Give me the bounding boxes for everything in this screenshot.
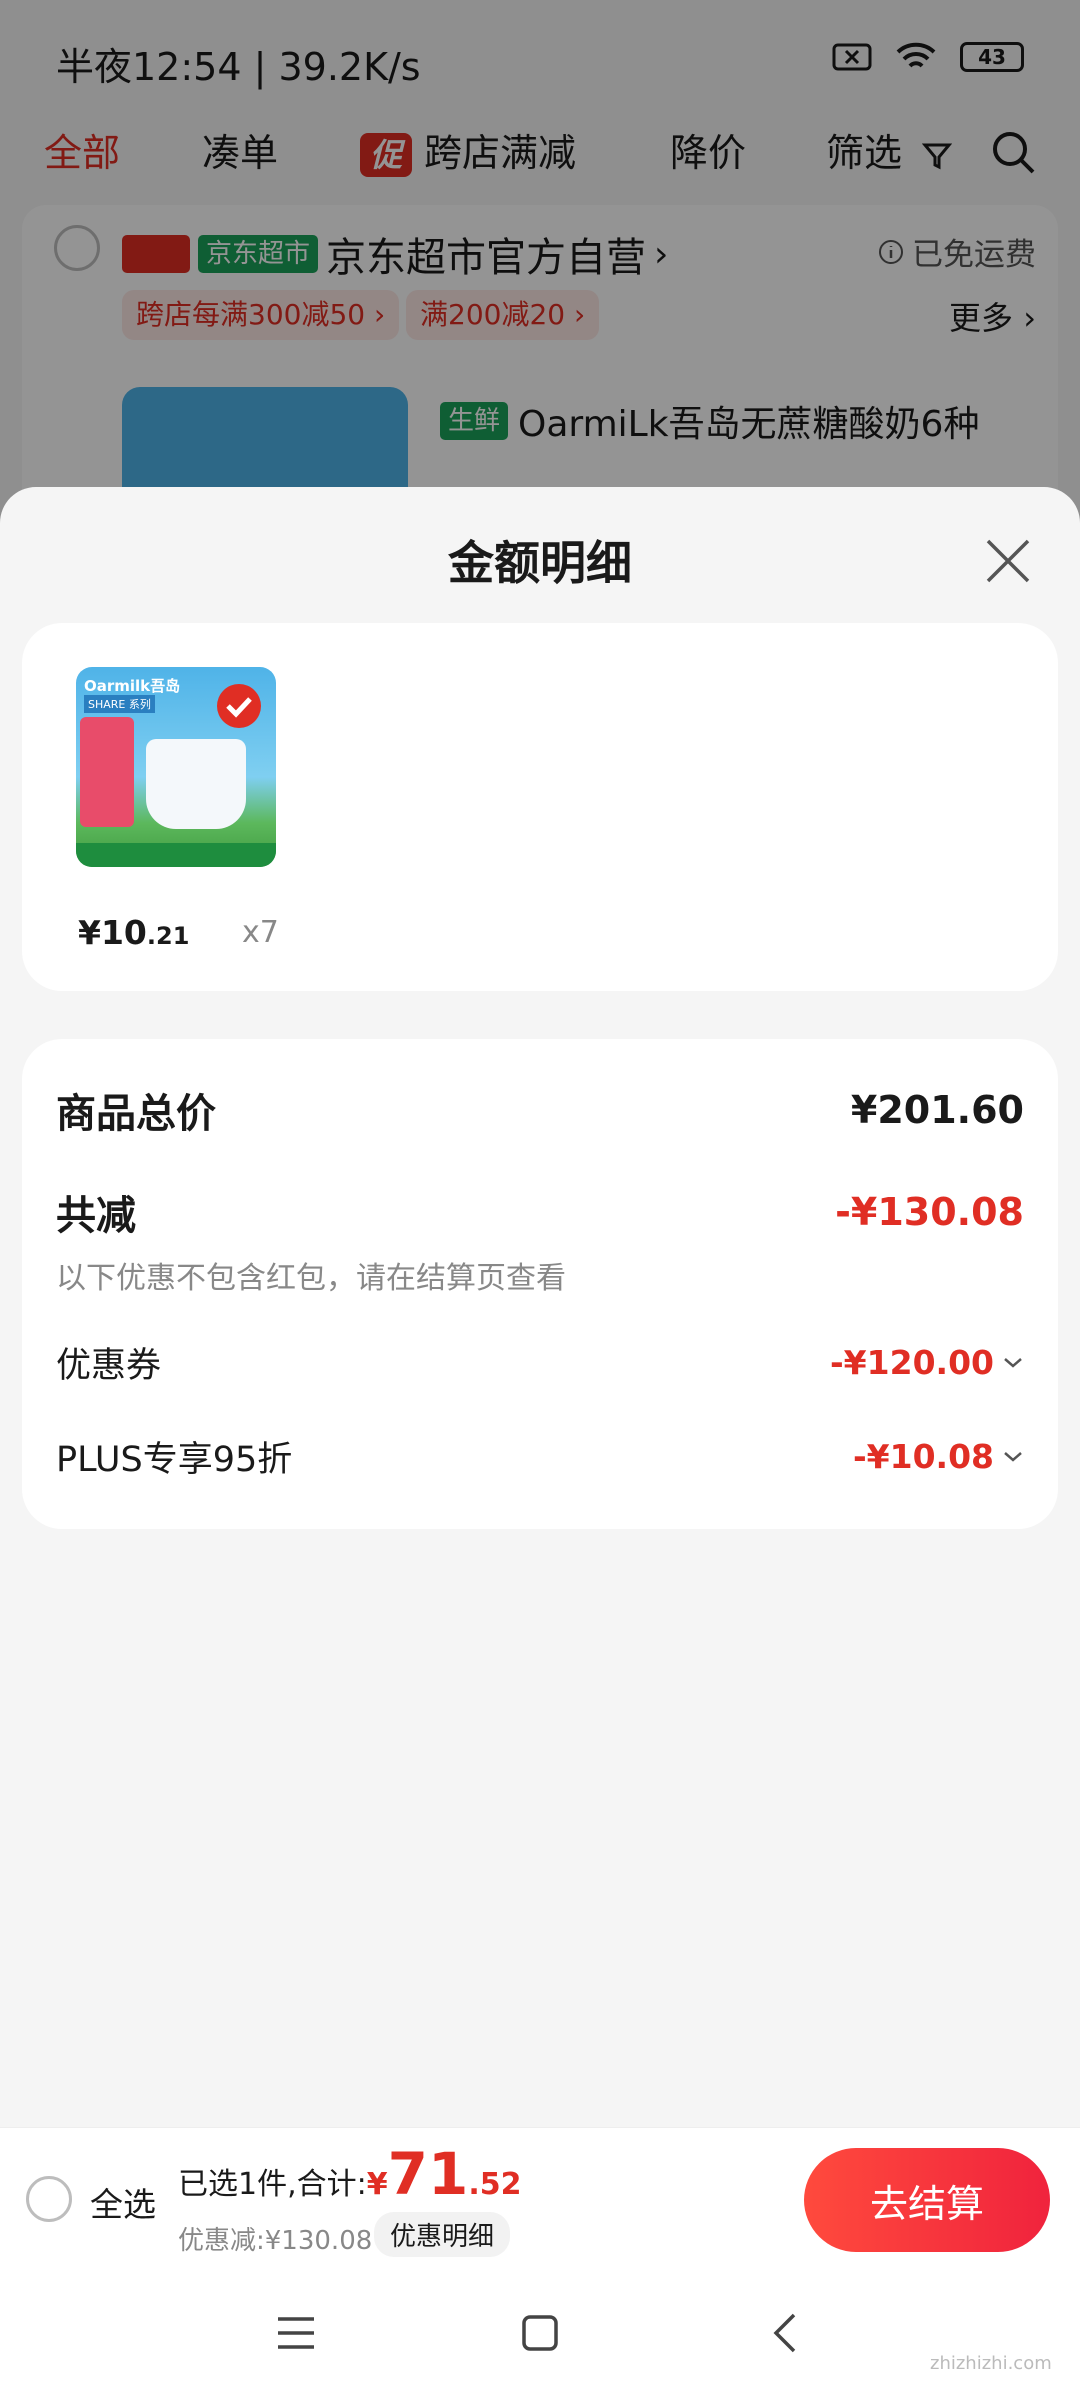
total-summary: 已选1件,合计: ¥ 71 .52 xyxy=(178,2140,522,2208)
coupon-label: 优惠券 xyxy=(56,1346,162,1386)
discount-summary: 优惠减:¥130.08 xyxy=(178,2226,373,2256)
back-icon[interactable] xyxy=(770,2311,800,2355)
total-reduction-value: -¥130.08 xyxy=(835,1190,1024,1234)
discount-note: 以下优惠不包含红包，请在结算页查看 xyxy=(56,1261,566,1296)
product-thumbnail[interactable]: Oarmilk吾岛 SHARE 系列 xyxy=(76,667,276,867)
home-icon[interactable] xyxy=(520,2313,560,2353)
promo-sticker-graphic xyxy=(80,717,134,827)
watermark: zhizhizhi.com xyxy=(930,2353,1052,2374)
total-price-label: 商品总价 xyxy=(56,1091,216,1137)
amount-detail-sheet: 金额明细 Oarmilk吾岛 SHARE 系列 ¥10.21 x7 商品总价 ¥… xyxy=(0,487,1080,2127)
plus-discount-label: PLUS专享95折 xyxy=(56,1440,293,1480)
thumb-series: SHARE 系列 xyxy=(84,695,155,713)
selected-check-icon xyxy=(217,684,261,728)
plus-discount-row[interactable]: PLUS专享95折 -¥10.08 xyxy=(56,1431,1024,1482)
yogurt-cup-graphic xyxy=(146,739,246,829)
checkout-bar: 全选 已选1件,合计: ¥ 71 .52 优惠减:¥130.08 优惠明细 去结… xyxy=(0,2127,1080,2265)
thumb-footer-strip xyxy=(76,843,276,867)
total-price-row: 商品总价 ¥201.60 xyxy=(56,1081,1024,1139)
item-price: ¥10.21 xyxy=(78,913,190,952)
total-price-value: ¥201.60 xyxy=(850,1088,1024,1132)
checkout-button[interactable]: 去结算 xyxy=(804,2148,1050,2252)
plus-discount-value: -¥10.08 xyxy=(852,1437,994,1476)
coupon-row[interactable]: 优惠券 -¥120.00 xyxy=(56,1337,1024,1388)
item-quantity: x7 xyxy=(242,915,279,950)
system-nav-bar: zhizhizhi.com xyxy=(0,2265,1080,2400)
total-reduction-label: 共减 xyxy=(56,1193,136,1239)
sheet-title: 金额明细 xyxy=(448,536,632,590)
chevron-down-icon xyxy=(1004,1451,1022,1462)
discount-detail-button[interactable]: 优惠明细 xyxy=(374,2212,511,2257)
selected-count-text: 已选1件,合计: xyxy=(178,2167,367,2202)
items-card: Oarmilk吾岛 SHARE 系列 ¥10.21 x7 xyxy=(22,623,1058,991)
price-summary-card: 商品总价 ¥201.60 共减 -¥130.08 以下优惠不包含红包，请在结算页… xyxy=(22,1039,1058,1529)
total-reduction-row: 共减 -¥130.08 xyxy=(56,1183,1024,1241)
thumb-brand: Oarmilk吾岛 xyxy=(84,677,181,695)
menu-icon[interactable] xyxy=(274,2313,318,2353)
close-icon[interactable] xyxy=(980,533,1036,589)
total-amount: 71 xyxy=(387,2140,469,2208)
chevron-down-icon xyxy=(1004,1357,1022,1368)
coupon-value: -¥120.00 xyxy=(829,1343,994,1382)
select-all-label[interactable]: 全选 xyxy=(90,2178,156,2226)
select-all-radio[interactable] xyxy=(26,2176,72,2222)
